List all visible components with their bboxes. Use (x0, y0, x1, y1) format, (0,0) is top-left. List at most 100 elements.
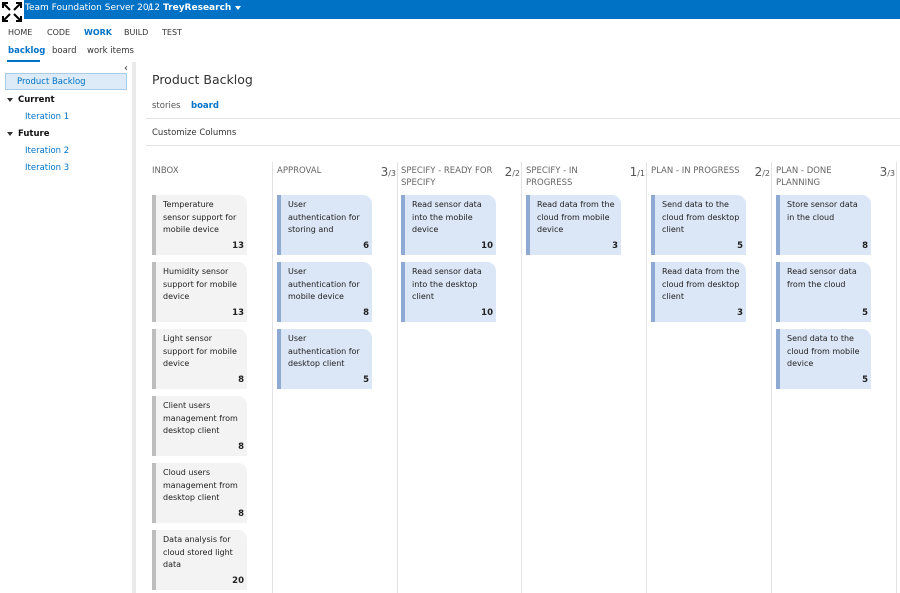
wip-count: 3/3 (381, 166, 396, 180)
column-header: SPECIFY - READY FOR SPECIFY 2/2 (401, 165, 523, 189)
card-title[interactable]: Read sensor data into the mobile device (412, 199, 490, 237)
card-effort: 8 (862, 240, 868, 251)
card-effort: 13 (232, 240, 244, 251)
triangle-down-icon (7, 131, 13, 136)
card-title[interactable]: Send data to the cloud from mobile devic… (787, 333, 865, 371)
nav-test[interactable]: TEST (162, 28, 182, 37)
work-item-card[interactable]: User authentication for mobile device 8 (277, 262, 372, 322)
column-divider (896, 162, 897, 593)
nav-code[interactable]: CODE (47, 28, 70, 37)
work-item-card[interactable]: Read sensor data from the cloud 5 (776, 262, 871, 322)
card-effort: 5 (737, 240, 743, 251)
card-title[interactable]: Humidity sensor support for mobile devic… (163, 266, 241, 304)
divider (146, 145, 900, 146)
top-header: Team Foundation Server 2012 / TreyResear… (0, 0, 900, 24)
triangle-down-icon (7, 97, 13, 102)
card-effort: 5 (363, 374, 369, 385)
expand-icon[interactable] (0, 0, 24, 24)
column-name: INBOX (152, 166, 179, 176)
card-title[interactable]: Read data from the cloud from mobile dev… (537, 199, 615, 237)
card-title[interactable]: Read sensor data into the desktop client (412, 266, 490, 304)
column-header: SPECIFY - IN PROGRESS 1/1 (526, 165, 648, 189)
work-item-card[interactable]: Read sensor data into the mobile device 1… (401, 195, 496, 255)
app-title[interactable]: Team Foundation Server 2012 (25, 3, 160, 13)
card-effort: 8 (238, 508, 244, 519)
project-selector[interactable]: TreyResearch (163, 3, 242, 13)
subnav-board[interactable]: board (52, 46, 77, 56)
wip-limit: /3 (388, 169, 396, 178)
card-title[interactable]: Cloud users management from desktop clie… (163, 467, 241, 505)
tree-group-current[interactable]: Current (7, 95, 55, 105)
tab-board[interactable]: board (191, 101, 219, 111)
card-effort: 13 (232, 307, 244, 318)
nav-build[interactable]: BUILD (124, 28, 148, 37)
card-effort: 6 (363, 240, 369, 251)
column-name: SPECIFY - IN PROGRESS (526, 166, 578, 188)
card-title[interactable]: Client users management from desktop cli… (163, 400, 241, 438)
work-item-card[interactable]: Read data from the cloud from mobile dev… (526, 195, 621, 255)
subnav-work-items[interactable]: work items (87, 46, 134, 56)
work-item-card[interactable]: Store sensor data in the cloud 8 (776, 195, 871, 255)
work-item-card[interactable]: Data analysis for cloud stored light dat… (152, 530, 247, 590)
card-title[interactable]: Read sensor data from the cloud (787, 266, 865, 304)
sub-nav: backlog board work items (0, 44, 900, 63)
card-title[interactable]: User authentication for desktop client (288, 333, 366, 371)
tab-stories[interactable]: stories (152, 101, 180, 111)
column-divider (771, 162, 772, 593)
breadcrumb-separator: / (148, 3, 152, 13)
card-title[interactable]: Store sensor data in the cloud (787, 199, 865, 237)
card-title[interactable]: Temperature sensor support for mobile de… (163, 199, 241, 237)
column-header: APPROVAL 3/3 (277, 165, 399, 180)
card-title[interactable]: User authentication for mobile device (288, 266, 366, 304)
wip-limit: /2 (512, 169, 520, 178)
wip-count: 1/1 (630, 166, 645, 180)
card-effort: 8 (238, 441, 244, 452)
column-divider (272, 162, 273, 593)
column-divider (397, 162, 398, 593)
tree-item-iteration-2[interactable]: Iteration 2 (25, 146, 69, 156)
work-item-card[interactable]: Humidity sensor support for mobile devic… (152, 262, 247, 322)
work-item-card[interactable]: Read data from the cloud from desktop cl… (651, 262, 746, 322)
nav-work[interactable]: WORK (84, 28, 112, 37)
tree-item-iteration-3[interactable]: Iteration 3 (25, 163, 69, 173)
card-title[interactable]: Light sensor support for mobile device (163, 333, 241, 371)
work-item-card[interactable]: Send data to the cloud from desktop clie… (651, 195, 746, 255)
column-header: INBOX (152, 165, 274, 177)
work-item-card[interactable]: Read sensor data into the desktop client… (401, 262, 496, 322)
column-header: PLAN - DONE PLANNING 3/3 (776, 165, 898, 189)
card-title[interactable]: Read data from the cloud from desktop cl… (662, 266, 740, 304)
wip-count: 2/2 (505, 166, 520, 180)
work-item-card[interactable]: Cloud users management from desktop clie… (152, 463, 247, 523)
subnav-backlog[interactable]: backlog (8, 46, 45, 56)
card-effort: 3 (612, 240, 618, 251)
work-item-card[interactable]: Client users management from desktop cli… (152, 396, 247, 456)
wip-count: 3/3 (880, 166, 895, 180)
work-item-card[interactable]: Light sensor support for mobile device 8 (152, 329, 247, 389)
column-name: PLAN - IN PROGRESS (651, 166, 740, 176)
card-title[interactable]: Send data to the cloud from desktop clie… (662, 199, 740, 237)
work-item-card[interactable]: User authentication for desktop client 5 (277, 329, 372, 389)
tree-group-label: Future (18, 129, 50, 139)
project-name: TreyResearch (163, 3, 232, 13)
card-effort: 8 (363, 307, 369, 318)
column-name: SPECIFY - READY FOR SPECIFY (401, 166, 493, 188)
work-item-card[interactable]: Temperature sensor support for mobile de… (152, 195, 247, 255)
nav-home[interactable]: HOME (8, 28, 32, 37)
column-name: PLAN - DONE PLANNING (776, 166, 832, 188)
column-divider (646, 162, 647, 593)
work-item-card[interactable]: User authentication for storing and read… (277, 195, 372, 255)
card-effort: 5 (862, 307, 868, 318)
tree-group-future[interactable]: Future (7, 129, 50, 139)
wip-limit: /3 (887, 169, 895, 178)
wip-count: 2/2 (755, 166, 770, 180)
column-divider (521, 162, 522, 593)
backlog-tree-panel: ‹ Product Backlog Current Iteration 1 Fu… (0, 62, 136, 593)
card-effort: 20 (232, 575, 244, 586)
card-title[interactable]: User authentication for storing and read… (288, 199, 366, 237)
card-title[interactable]: Data analysis for cloud stored light dat… (163, 534, 241, 572)
tree-item-iteration-1[interactable]: Iteration 1 (25, 112, 69, 122)
wip-limit: /2 (762, 169, 770, 178)
work-item-card[interactable]: Send data to the cloud from mobile devic… (776, 329, 871, 389)
customize-columns-button[interactable]: Customize Columns (152, 128, 236, 138)
column-name: APPROVAL (277, 166, 322, 176)
